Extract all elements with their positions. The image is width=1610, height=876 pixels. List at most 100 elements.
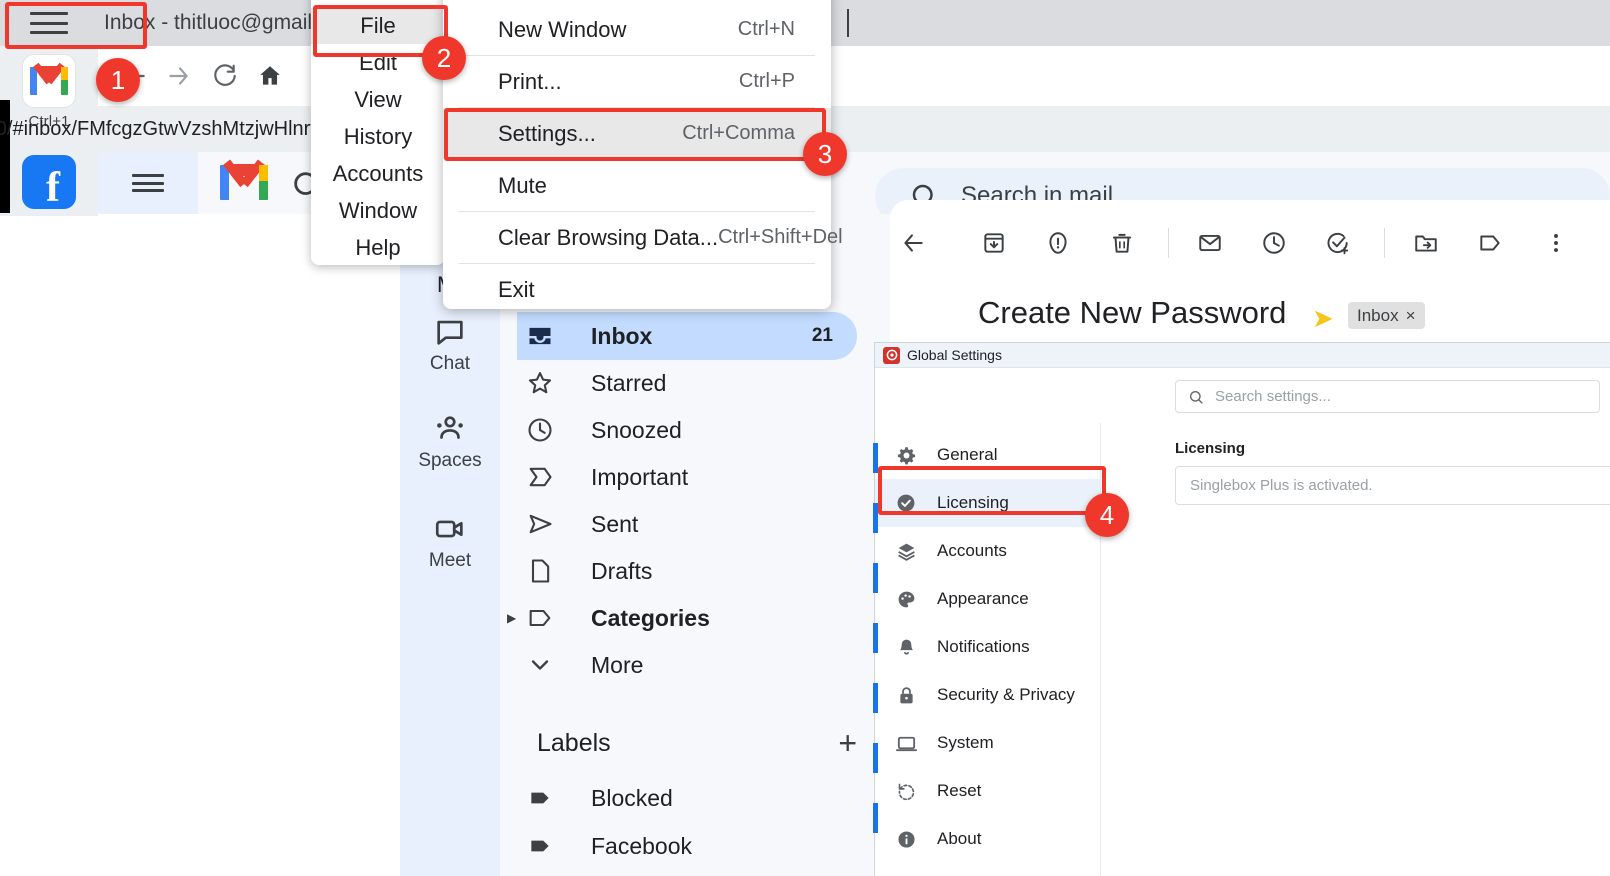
arrow-left-icon (900, 230, 926, 256)
settings-titlebar: Global Settings (875, 343, 1610, 368)
add-label-button[interactable]: + (838, 728, 857, 758)
settings-item-appearance[interactable]: Appearance (875, 575, 1100, 623)
licensing-status-value: Singlebox Plus is activated. (1190, 477, 1373, 494)
annotation-badge-1: 1 (96, 58, 140, 102)
submenu-item-mute[interactable]: Mute (443, 160, 831, 211)
submenu-item-exit[interactable]: Exit (443, 264, 831, 315)
chevron-down-icon (517, 651, 563, 679)
mark-unread-icon (1197, 230, 1223, 256)
label-icon (517, 604, 563, 632)
folder-label: Starred (591, 370, 666, 397)
settings-item-security-privacy[interactable]: Security & Privacy (875, 671, 1100, 719)
important-icon (517, 463, 563, 491)
toolbar-report-spam-button[interactable] (1035, 220, 1081, 266)
menu-item-label: Window (339, 198, 417, 224)
folder-more[interactable]: More (517, 641, 857, 689)
accent-strip (873, 623, 878, 653)
label-item-facebook[interactable]: Facebook (517, 822, 857, 870)
toolbar-snooze-button[interactable] (1251, 220, 1297, 266)
folder-categories[interactable]: ▶ Categories (517, 594, 857, 642)
licensing-section-heading: Licensing (1175, 440, 1245, 457)
more-options-icon (1543, 230, 1569, 256)
settings-search-input[interactable]: Search settings... (1175, 380, 1600, 413)
folder-important[interactable]: Important (517, 453, 857, 501)
settings-item-reset[interactable]: Reset (875, 767, 1100, 815)
folder-starred[interactable]: Starred (517, 359, 857, 407)
email-inbox-chip[interactable]: Inbox × (1348, 302, 1425, 329)
folder-label: Categories (591, 605, 710, 632)
gear-icon (875, 445, 937, 466)
toolbar-back-button[interactable] (890, 220, 936, 266)
menu-item-label: View (354, 87, 401, 113)
toolbar-more-options-button[interactable] (1533, 220, 1579, 266)
submenu-item-settings[interactable]: Settings... Ctrl+Comma (443, 108, 831, 159)
accent-strip (873, 503, 878, 533)
hamburger-icon (30, 12, 68, 34)
folder-snoozed[interactable]: Snoozed (517, 406, 857, 454)
window-hamburger-button[interactable] (4, 2, 94, 44)
gmail-nav-spaces[interactable]: Spaces (400, 412, 500, 472)
laptop-icon (875, 732, 937, 755)
folder-inbox[interactable]: Inbox 21 (517, 312, 857, 360)
annotation-badge-3: 3 (803, 132, 847, 176)
label-text: Facebook (591, 833, 692, 860)
forward-button[interactable] (157, 46, 201, 106)
toolbar-mark-unread-button[interactable] (1187, 220, 1233, 266)
menu-item-accounts[interactable]: Accounts (311, 156, 445, 192)
annotation-badge-4: 4 (1085, 493, 1129, 537)
toolbar-delete-button[interactable] (1099, 220, 1145, 266)
clock-icon (517, 416, 563, 444)
menu-item-file[interactable]: File (311, 8, 445, 44)
settings-sidebar: General Licensing Accounts Appearance No (875, 423, 1101, 876)
settings-item-licensing[interactable]: Licensing (875, 479, 1100, 527)
settings-item-label: Reset (937, 781, 981, 801)
archive-icon (981, 230, 1007, 256)
delete-icon (1109, 230, 1135, 256)
submenu-item-label: Settings... (443, 121, 596, 147)
submenu-item-print[interactable]: Print... Ctrl+P (443, 56, 831, 107)
check-circle-icon (875, 492, 937, 514)
folder-label: Snoozed (591, 417, 682, 444)
settings-item-system[interactable]: System (875, 719, 1100, 767)
global-settings-window: Global Settings Search settings... Gener… (875, 343, 1610, 876)
menu-item-help[interactable]: Help (311, 230, 445, 266)
gmail-nav-label: Meet (429, 550, 471, 572)
submenu-item-clear-browsing-data[interactable]: Clear Browsing Data... Ctrl+Shift+Del (443, 212, 831, 263)
menu-item-history[interactable]: History (311, 119, 445, 155)
submenu-item-label: New Window (443, 17, 626, 43)
draft-icon (517, 557, 563, 585)
lock-icon (875, 685, 937, 706)
gmail-nav-chat[interactable]: Chat (400, 315, 500, 375)
settings-item-about[interactable]: About (875, 815, 1100, 863)
reload-button[interactable] (203, 46, 247, 106)
app-menu: File Edit View History Accounts Window H… (311, 0, 445, 265)
settings-item-label: Licensing (937, 493, 1009, 513)
settings-item-label: Accounts (937, 541, 1007, 561)
menu-item-window[interactable]: Window (311, 193, 445, 229)
toolbar-move-to-button[interactable] (1403, 220, 1449, 266)
close-icon[interactable]: × (1406, 306, 1416, 326)
toolbar-add-to-tasks-button[interactable] (1315, 220, 1361, 266)
gmail-nav-meet[interactable]: Meet (400, 512, 500, 572)
submenu-item-new-window[interactable]: New Window Ctrl+N (443, 4, 831, 55)
gmail-icon (22, 54, 76, 108)
folder-label: Inbox (591, 323, 652, 350)
settings-item-accounts[interactable]: Accounts (875, 527, 1100, 575)
expand-caret-icon[interactable]: ▶ (507, 611, 516, 625)
folder-count: 21 (812, 325, 857, 347)
folder-sent[interactable]: Sent (517, 500, 857, 548)
menu-item-view[interactable]: View (311, 82, 445, 118)
menu-item-label: Help (355, 235, 400, 261)
gmail-main-menu-button[interactable] (98, 152, 198, 214)
folder-drafts[interactable]: Drafts (517, 547, 857, 595)
label-item-blocked[interactable]: Blocked (517, 774, 857, 822)
toolbar-labels-button[interactable] (1467, 220, 1513, 266)
home-button[interactable] (248, 46, 292, 106)
settings-item-notifications[interactable]: Notifications (875, 623, 1100, 671)
label-icon (517, 785, 563, 811)
snooze-icon (1261, 230, 1287, 256)
hamburger-icon (132, 174, 164, 192)
settings-item-general[interactable]: General (875, 431, 1100, 479)
toolbar-archive-button[interactable] (971, 220, 1017, 266)
report-spam-icon (1045, 230, 1071, 256)
